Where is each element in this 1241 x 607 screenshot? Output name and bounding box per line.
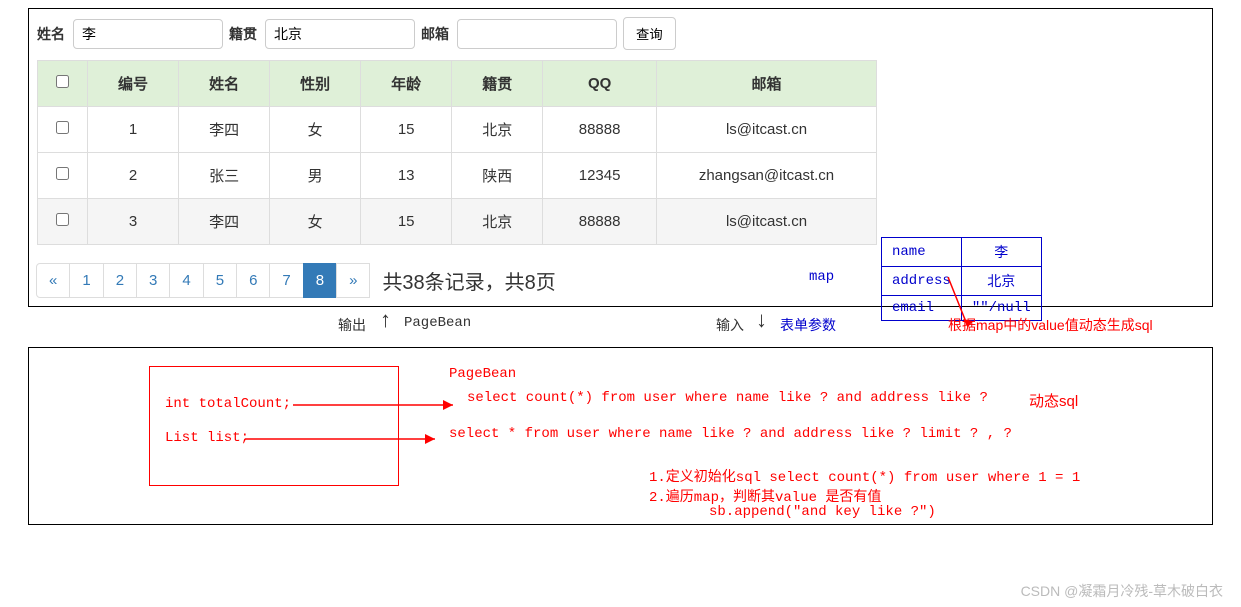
flow-labels: 输出 ↑ PageBean 输入 ↓ 表单参数 根据map中的value值动态生… xyxy=(28,307,1213,347)
cell-name: 李四 xyxy=(179,107,270,153)
map-label: map xyxy=(809,269,834,285)
map-key: name xyxy=(882,238,962,267)
cell-email: ls@itcast.cn xyxy=(657,107,877,153)
step-1: 1.定义初始化sql select count(*) from user whe… xyxy=(649,466,1080,486)
watermark: CSDN @凝霜月冷残-草木破白衣 xyxy=(1021,581,1223,601)
col-name: 姓名 xyxy=(179,61,270,107)
pager-page-3[interactable]: 3 xyxy=(136,263,170,298)
cell-gender: 男 xyxy=(270,153,361,199)
col-qq: QQ xyxy=(543,61,657,107)
pager-page-5[interactable]: 5 xyxy=(203,263,237,298)
row-checkbox[interactable] xyxy=(56,213,69,226)
col-gender: 性别 xyxy=(270,61,361,107)
cell-id: 1 xyxy=(88,107,179,153)
cell-origin: 北京 xyxy=(452,199,543,245)
step-2: 2.遍历map，判断其value 是否有值 xyxy=(649,486,881,506)
cell-gender: 女 xyxy=(270,199,361,245)
sql-count: select count(*) from user where name lik… xyxy=(467,390,988,406)
col-id: 编号 xyxy=(88,61,179,107)
pager-info: 共38条记录，共8页 xyxy=(382,266,555,295)
cell-age: 13 xyxy=(361,153,452,199)
cell-id: 3 xyxy=(88,199,179,245)
row-checkbox[interactable] xyxy=(56,167,69,180)
col-origin: 籍贯 xyxy=(452,61,543,107)
search-panel: 姓名 籍贯 邮箱 查询 编号 姓名 性别 年龄 籍贯 QQ 邮箱 1 李四 女 … xyxy=(28,8,1213,307)
cell-name: 李四 xyxy=(179,199,270,245)
cell-age: 15 xyxy=(361,199,452,245)
pagebean-box xyxy=(149,366,399,486)
pager-page-8[interactable]: 8 xyxy=(303,263,337,298)
name-input[interactable] xyxy=(73,19,223,49)
cell-id: 2 xyxy=(88,153,179,199)
cell-origin: 北京 xyxy=(452,107,543,153)
cell-origin: 陕西 xyxy=(452,153,543,199)
pager-page-6[interactable]: 6 xyxy=(236,263,270,298)
cell-qq: 88888 xyxy=(543,107,657,153)
total-count-field: int totalCount; xyxy=(165,396,291,412)
row-checkbox[interactable] xyxy=(56,121,69,134)
map-key: address xyxy=(882,267,962,296)
table-row: 3 李四 女 15 北京 88888 ls@itcast.cn xyxy=(38,199,877,245)
col-age: 年龄 xyxy=(361,61,452,107)
table-row: 1 李四 女 15 北京 88888 ls@itcast.cn xyxy=(38,107,877,153)
origin-label: 籍贯 xyxy=(229,24,257,44)
map-val: 李 xyxy=(961,238,1041,267)
search-form: 姓名 籍贯 邮箱 查询 xyxy=(37,17,1204,50)
cell-qq: 88888 xyxy=(543,199,657,245)
search-button[interactable]: 查询 xyxy=(623,17,676,50)
name-label: 姓名 xyxy=(37,24,65,44)
email-input[interactable] xyxy=(457,19,617,49)
pager-page-4[interactable]: 4 xyxy=(169,263,203,298)
pager-page-7[interactable]: 7 xyxy=(269,263,303,298)
pager-prev[interactable]: « xyxy=(36,263,70,298)
cell-email: ls@itcast.cn xyxy=(657,199,877,245)
form-params-label: 表单参数 xyxy=(780,315,836,335)
pager-next[interactable]: » xyxy=(336,263,370,298)
pagebean-label: PageBean xyxy=(404,315,471,331)
cell-email: zhangsan@itcast.cn xyxy=(657,153,877,199)
pager-page-1[interactable]: 1 xyxy=(69,263,103,298)
pagebean-title: PageBean xyxy=(449,366,516,382)
cell-age: 15 xyxy=(361,107,452,153)
select-all-checkbox[interactable] xyxy=(56,75,69,88)
explanation-panel: int totalCount; List list; PageBean sele… xyxy=(28,347,1213,525)
arrow-down-icon: ↓ xyxy=(756,307,767,333)
step-3: sb.append("and key like ?") xyxy=(709,504,936,520)
map-note: 根据map中的value值动态生成sql xyxy=(948,315,1153,335)
output-label: 输出 xyxy=(338,315,366,335)
sql-select: select * from user where name like ? and… xyxy=(449,426,1012,442)
email-label: 邮箱 xyxy=(421,24,449,44)
table-header-row: 编号 姓名 性别 年龄 籍贯 QQ 邮箱 xyxy=(38,61,877,107)
list-field: List list; xyxy=(165,430,249,446)
cell-gender: 女 xyxy=(270,107,361,153)
cell-qq: 12345 xyxy=(543,153,657,199)
pager-page-2[interactable]: 2 xyxy=(103,263,137,298)
col-email: 邮箱 xyxy=(657,61,877,107)
arrow-up-icon: ↑ xyxy=(380,307,391,333)
dynamic-sql-label: 动态sql xyxy=(1029,390,1078,411)
origin-input[interactable] xyxy=(265,19,415,49)
input-label: 输入 xyxy=(716,315,744,335)
table-row: 2 张三 男 13 陕西 12345 zhangsan@itcast.cn xyxy=(38,153,877,199)
map-val: 北京 xyxy=(961,267,1041,296)
results-table: 编号 姓名 性别 年龄 籍贯 QQ 邮箱 1 李四 女 15 北京 88888 … xyxy=(37,60,877,245)
cell-name: 张三 xyxy=(179,153,270,199)
